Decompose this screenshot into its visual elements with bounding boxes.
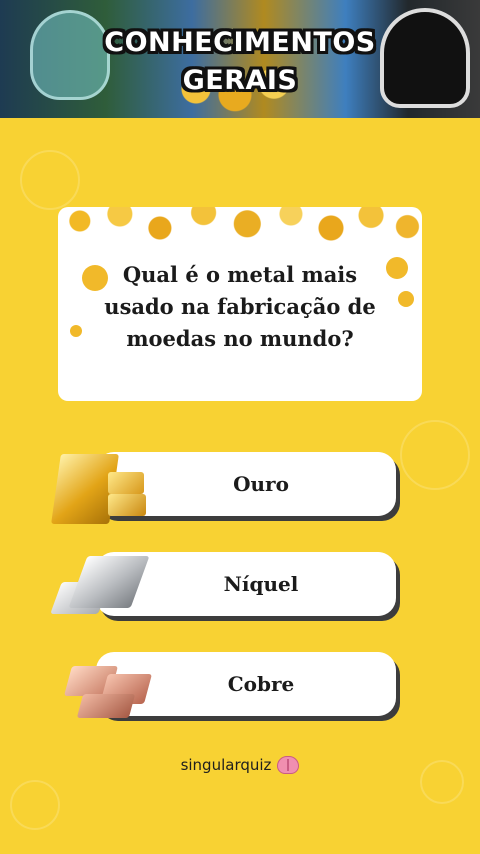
coin-icon [398, 291, 414, 307]
answer-option-label: Ouro [233, 472, 289, 496]
coin-icon [70, 325, 82, 337]
brand-name: singularquiz [180, 756, 272, 774]
answer-option-label: Cobre [227, 672, 295, 696]
background-doodle [20, 150, 80, 210]
background-doodle [10, 780, 60, 830]
brain-icon [277, 756, 300, 774]
nickel-bars-icon [50, 552, 150, 632]
page-title-line-2: GERAIS [182, 65, 298, 96]
question-card: Qual é o metal mais usado na fabricação … [58, 207, 422, 401]
answer-option-label: Níquel [223, 572, 299, 596]
background-doodle [400, 420, 470, 490]
header-banner: CONHECIMENTOS GERAIS [0, 0, 480, 118]
page-title: CONHECIMENTOS GERAIS [0, 24, 480, 100]
question-text: Qual é o metal mais usado na fabricação … [104, 262, 376, 351]
brand-footer: singularquiz [0, 752, 480, 778]
copper-bars-icon [62, 648, 158, 728]
gold-bars-icon [51, 446, 148, 526]
page-title-line-1: CONHECIMENTOS [104, 27, 376, 58]
